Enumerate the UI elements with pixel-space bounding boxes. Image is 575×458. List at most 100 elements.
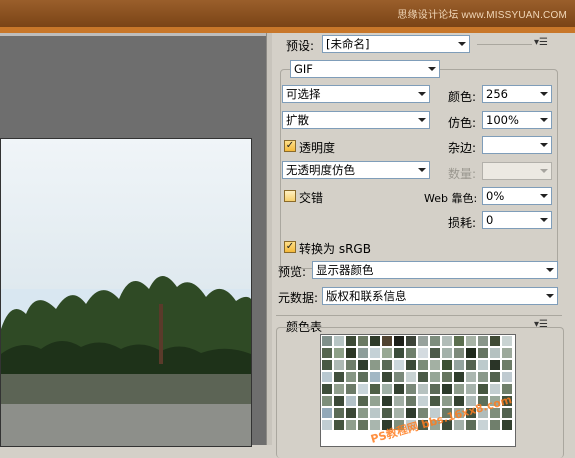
color-swatch[interactable] — [321, 419, 333, 431]
color-swatch[interactable] — [441, 359, 453, 371]
color-swatch[interactable] — [429, 347, 441, 359]
color-swatch[interactable] — [345, 395, 357, 407]
color-swatch[interactable] — [429, 371, 441, 383]
color-swatch[interactable] — [429, 383, 441, 395]
color-swatch[interactable] — [321, 407, 333, 419]
color-swatch[interactable] — [321, 395, 333, 407]
dither-algorithm-select[interactable]: 扩散 — [282, 111, 430, 129]
color-swatch[interactable] — [453, 383, 465, 395]
web-snap-select[interactable]: 0% — [482, 187, 552, 205]
color-swatch[interactable] — [321, 359, 333, 371]
color-swatch[interactable] — [381, 383, 393, 395]
color-swatch[interactable] — [417, 347, 429, 359]
transparency-checkbox[interactable]: ✓ — [284, 140, 296, 152]
color-swatch[interactable] — [501, 335, 513, 347]
color-swatch[interactable] — [381, 347, 393, 359]
color-swatch[interactable] — [453, 371, 465, 383]
color-swatch[interactable] — [453, 347, 465, 359]
color-swatch[interactable] — [345, 419, 357, 431]
color-swatch[interactable] — [417, 359, 429, 371]
color-swatch[interactable] — [345, 359, 357, 371]
color-swatch[interactable] — [465, 359, 477, 371]
color-swatch[interactable] — [405, 383, 417, 395]
color-swatch[interactable] — [345, 383, 357, 395]
color-swatch[interactable] — [465, 383, 477, 395]
color-swatch[interactable] — [369, 335, 381, 347]
color-swatch[interactable] — [357, 371, 369, 383]
color-swatch[interactable] — [429, 359, 441, 371]
color-swatch[interactable] — [405, 335, 417, 347]
color-swatch[interactable] — [465, 347, 477, 359]
color-swatch[interactable] — [441, 335, 453, 347]
color-swatch[interactable] — [501, 383, 513, 395]
color-swatch[interactable] — [417, 335, 429, 347]
interlaced-checkbox[interactable] — [284, 190, 296, 202]
format-select[interactable]: GIF — [290, 60, 440, 78]
color-swatch[interactable] — [489, 335, 501, 347]
color-swatch[interactable] — [393, 335, 405, 347]
color-swatch[interactable] — [501, 359, 513, 371]
color-swatch[interactable] — [357, 335, 369, 347]
color-swatch[interactable] — [333, 419, 345, 431]
color-reduction-select[interactable]: 可选择 — [282, 85, 430, 103]
color-swatch[interactable] — [321, 347, 333, 359]
color-swatch[interactable] — [477, 371, 489, 383]
color-swatch[interactable] — [405, 347, 417, 359]
color-swatch[interactable] — [405, 359, 417, 371]
color-swatch[interactable] — [345, 407, 357, 419]
color-swatch[interactable] — [333, 371, 345, 383]
color-swatch[interactable] — [489, 383, 501, 395]
colors-select[interactable]: 256 — [482, 85, 552, 103]
color-swatch[interactable] — [321, 383, 333, 395]
color-swatch[interactable] — [501, 371, 513, 383]
color-swatch[interactable] — [477, 347, 489, 359]
color-swatch[interactable] — [417, 383, 429, 395]
dither-amount-select[interactable]: 100% — [482, 111, 552, 129]
color-swatch[interactable] — [357, 347, 369, 359]
color-swatch[interactable] — [441, 347, 453, 359]
color-swatch[interactable] — [333, 347, 345, 359]
color-swatch[interactable] — [381, 371, 393, 383]
color-swatch[interactable] — [369, 347, 381, 359]
color-swatch[interactable] — [333, 335, 345, 347]
color-swatch[interactable] — [393, 383, 405, 395]
color-swatch[interactable] — [489, 371, 501, 383]
color-swatch[interactable] — [393, 371, 405, 383]
preview-select[interactable]: 显示器颜色 — [312, 261, 558, 279]
color-swatch[interactable] — [441, 383, 453, 395]
color-swatch[interactable] — [345, 347, 357, 359]
color-swatch[interactable] — [477, 359, 489, 371]
preset-select[interactable]: [未命名] — [322, 35, 470, 53]
color-swatch[interactable] — [441, 371, 453, 383]
color-swatch[interactable] — [381, 359, 393, 371]
color-swatch[interactable] — [477, 383, 489, 395]
color-swatch[interactable] — [333, 383, 345, 395]
color-swatch[interactable] — [429, 335, 441, 347]
lossy-select[interactable]: 0 — [482, 211, 552, 229]
color-swatch[interactable] — [501, 347, 513, 359]
color-swatch[interactable] — [333, 395, 345, 407]
amount-select[interactable] — [482, 162, 552, 180]
transparency-dither-select[interactable]: 无透明度仿色 — [282, 161, 430, 179]
matte-select[interactable] — [482, 136, 552, 154]
color-swatch[interactable] — [453, 359, 465, 371]
color-swatch[interactable] — [477, 335, 489, 347]
color-swatch[interactable] — [345, 335, 357, 347]
color-swatch[interactable] — [381, 335, 393, 347]
color-swatch[interactable] — [357, 383, 369, 395]
color-swatch[interactable] — [405, 371, 417, 383]
color-swatch[interactable] — [369, 359, 381, 371]
color-swatch[interactable] — [333, 359, 345, 371]
color-swatch[interactable] — [321, 371, 333, 383]
color-swatch[interactable] — [369, 371, 381, 383]
color-swatch[interactable] — [333, 407, 345, 419]
color-swatch[interactable] — [321, 335, 333, 347]
color-swatch[interactable] — [345, 371, 357, 383]
color-swatch[interactable] — [393, 359, 405, 371]
color-swatch[interactable] — [453, 335, 465, 347]
color-swatch[interactable] — [489, 359, 501, 371]
panel-menu-icon[interactable]: ▾☰ — [534, 37, 548, 48]
color-swatch[interactable] — [369, 383, 381, 395]
color-swatch[interactable] — [393, 347, 405, 359]
color-swatch[interactable] — [357, 359, 369, 371]
